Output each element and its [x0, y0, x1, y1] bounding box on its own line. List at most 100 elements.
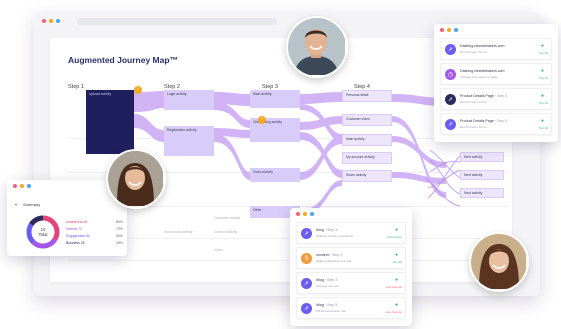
insight-title: Product Details Page · Step 3 [460, 94, 508, 98]
legend-label: Business 25 [66, 241, 85, 245]
legend-item: Awareness 80 80% [66, 220, 123, 224]
insight-tag: Low bounce [385, 310, 402, 314]
node-personal-detail[interactable]: Personal detail [342, 90, 392, 102]
insight-item[interactable]: ➚ /blog · Step 5 Off-funnel session rate… [296, 297, 406, 319]
maximize-dot[interactable] [454, 28, 458, 32]
insight-subtitle: Net Promoter Score [460, 125, 487, 129]
node-next-activity[interactable]: Next activity [460, 188, 504, 198]
flow-registration-video [214, 134, 250, 180]
insight-title-text: Product Details Page [460, 94, 494, 98]
insight-title: /blog · Step 4 [316, 278, 338, 282]
close-dot[interactable] [13, 184, 17, 188]
node-main-activity[interactable]: Main activity [250, 90, 300, 108]
flow-main-personal [300, 92, 342, 104]
card-titlebar [434, 24, 558, 36]
insight-tag: Top 10 [538, 76, 548, 80]
rocket-icon: ➚ [445, 94, 456, 105]
avatar-woman-right [469, 232, 529, 292]
insight-title-text: /content [316, 253, 329, 257]
close-dot[interactable] [440, 28, 444, 32]
insight-item[interactable]: ➚ Product Details Page · Step 3 Net Prom… [440, 88, 552, 110]
minimize-dot[interactable] [447, 28, 451, 32]
node-next-activity[interactable]: Next activity [460, 170, 504, 180]
node-upload-activity[interactable]: Upload activity [86, 90, 134, 154]
flow-upload-login [134, 91, 164, 112]
legend-label: Awareness 80 [66, 220, 88, 224]
node-label: Next activity [464, 173, 483, 177]
s-icon: S [301, 253, 312, 264]
insight-subtitle: Net Promoter Score [460, 50, 487, 54]
insight-step: Step 4 [327, 278, 338, 282]
node-customer-video[interactable]: Customer video [342, 114, 392, 126]
flow-upload-registration [134, 114, 164, 142]
rocket-icon: ➚ [301, 228, 312, 239]
insight-item[interactable]: ➚ Dashing.cleanbreakers.com Net Promoter… [440, 38, 552, 60]
grey-label: Customer activity [214, 216, 241, 220]
node-main-activity-4[interactable]: Main activity [342, 134, 392, 146]
insight-item[interactable]: S /content · Step 4 Highest abandonment … [296, 247, 406, 269]
node-label: Next activity [464, 155, 483, 159]
node-label: My account activity [346, 155, 375, 159]
alert-icon[interactable]: ! [258, 116, 266, 124]
pin-icon: ● [394, 277, 398, 283]
insight-item[interactable]: ➚ /blog · Step 4 Average exit rate ● Low… [296, 272, 406, 294]
node-label: Upload activity [89, 92, 112, 96]
insight-title-text: /blog [316, 303, 324, 307]
node-label: Main activity [346, 137, 365, 141]
avatar-woman-right-image [471, 234, 526, 289]
insight-subtitle: Off-funnel session rate [316, 309, 347, 313]
alert-icon[interactable]: ! [134, 86, 142, 94]
insight-subtitle: Highest abandonment rate [316, 259, 352, 263]
insight-tag: Top 10 [392, 260, 402, 264]
close-dot[interactable] [296, 212, 300, 216]
node-share-activity[interactable]: Share activity [342, 170, 392, 182]
minimize-dot[interactable] [303, 212, 307, 216]
avatar-man [286, 16, 348, 78]
insight-item[interactable]: ◷ Dashing.cleanbreakers.com Average time… [440, 63, 552, 85]
insight-tag: Top 10 [538, 126, 548, 130]
close-dot[interactable] [42, 19, 46, 23]
insights-card-top: ➚ Dashing.cleanbreakers.com Net Promoter… [434, 24, 558, 142]
insight-item[interactable]: ➚ Product Details Page · Step 5 Net Prom… [440, 113, 552, 135]
avatar-woman-left-image [108, 151, 163, 206]
maximize-dot[interactable] [310, 212, 314, 216]
insight-title: /content · Step 4 [316, 253, 343, 257]
address-bar[interactable] [77, 17, 277, 25]
legend-value: 80% [116, 220, 123, 224]
insights-card-bottom: ➚ /blog · Step 4 Highest number of sessi… [290, 208, 412, 326]
node-label: Main activity [253, 92, 272, 96]
minimize-dot[interactable] [20, 184, 24, 188]
pin-icon: ● [540, 43, 544, 49]
rocket-icon: ➚ [301, 303, 312, 314]
node-label: Login activity [167, 92, 187, 96]
insight-title: Dashing.cleanbreakers.com [460, 69, 505, 73]
node-label: Other [253, 208, 262, 212]
insight-step: Step 5 [496, 119, 508, 123]
insight-title: /blog · Step 5 [316, 303, 338, 307]
node-registration-activity[interactable]: Registration activity [164, 126, 214, 156]
legend-value: 50% [116, 234, 123, 238]
insight-item[interactable]: ➚ /blog · Step 4 Highest number of sessi… [296, 222, 406, 244]
insight-title-text: Product Details Page [460, 119, 494, 123]
node-video-activity[interactable]: Video activity [250, 168, 300, 182]
rocket-icon: ➚ [445, 119, 456, 130]
grey-label: No account activity [164, 230, 193, 234]
donut-label: Total [38, 232, 48, 237]
insight-step: Step 4 [327, 228, 338, 232]
insight-step: Step 5 [327, 303, 338, 307]
minimize-dot[interactable] [49, 19, 53, 23]
maximize-dot[interactable] [56, 19, 60, 23]
node-my-account[interactable]: My account activity [342, 152, 392, 164]
chevron-down-icon[interactable]: ▾ [15, 202, 17, 207]
insight-subtitle: Average exit rate [316, 284, 339, 288]
insight-step: Step 4 [332, 253, 343, 257]
legend-item: Engagement 50 50% [66, 234, 123, 238]
node-login-activity[interactable]: Login activity [164, 90, 214, 110]
pin-icon: ● [540, 93, 544, 99]
pin-icon: ● [394, 227, 398, 233]
donut-center: 10 Total [25, 227, 61, 237]
summary-title: Summary [23, 202, 41, 207]
node-next-activity[interactable]: Next activity [460, 152, 504, 162]
insight-tag: Top 10 [538, 51, 548, 55]
maximize-dot[interactable] [27, 184, 31, 188]
